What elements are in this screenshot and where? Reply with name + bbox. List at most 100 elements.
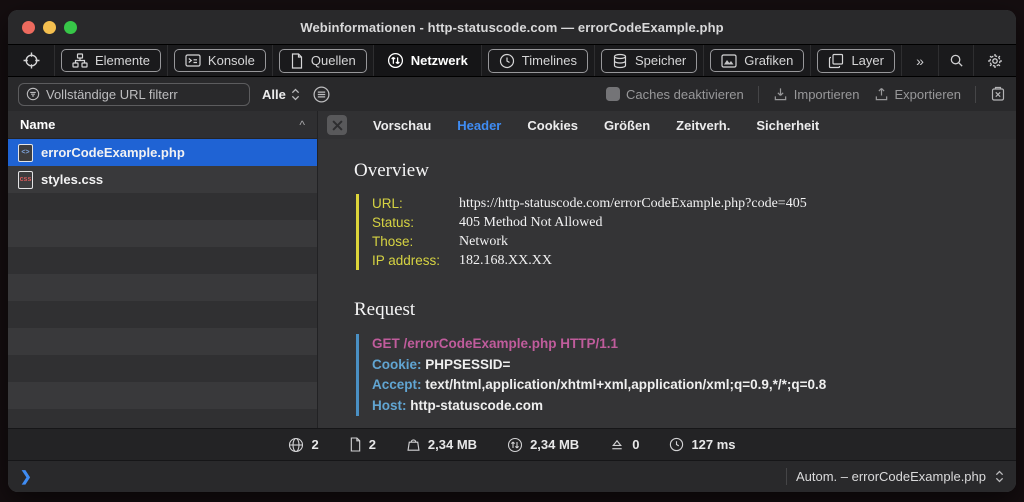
- tab-konsole[interactable]: Konsole: [168, 45, 273, 76]
- detail-tab-sicherheit[interactable]: Sicherheit: [756, 118, 819, 133]
- overview-row: URL: https://http-statuscode.com/errorCo…: [372, 194, 996, 213]
- document-icon: [349, 437, 362, 452]
- search-button[interactable]: [939, 45, 974, 76]
- caches-deactivate-toggle[interactable]: Caches deaktivieren: [606, 87, 744, 102]
- close-window-button[interactable]: [22, 21, 35, 34]
- network-icon: [387, 52, 404, 69]
- element-picker-button[interactable]: [8, 45, 55, 76]
- network-status-bar: 2 2 2,34 MB 2,34 MB: [8, 428, 1016, 460]
- upload-arrow-icon: [609, 437, 625, 452]
- gear-icon: [987, 53, 1003, 69]
- zoom-window-button[interactable]: [64, 21, 77, 34]
- resource-type-dropdown[interactable]: Alle: [262, 87, 300, 102]
- export-button[interactable]: Exportieren: [874, 87, 961, 102]
- tab-speicher[interactable]: Speicher: [595, 45, 704, 76]
- tab-elemente[interactable]: Elemente: [55, 45, 168, 76]
- database-icon: [612, 53, 628, 69]
- tab-label: Quellen: [311, 53, 356, 68]
- resource-list-sidebar: Name ^ <> errorCodeExample.php css style…: [8, 111, 318, 428]
- header-detail-content: Overview URL: https://http-statuscode.co…: [318, 139, 1016, 428]
- options-menu-button[interactable]: [312, 85, 331, 104]
- clear-network-items-button[interactable]: [990, 86, 1006, 102]
- document-icon: [290, 53, 304, 69]
- inspector-tab-bar: Elemente Konsole Quellen: [8, 44, 1016, 77]
- hierarchy-icon: [72, 53, 88, 68]
- resource-rows: <> errorCodeExample.php css styles.css: [8, 139, 317, 428]
- filter-text: Vollständige URL filterr: [46, 87, 178, 102]
- detail-tab-vorschau[interactable]: Vorschau: [373, 118, 431, 133]
- file-name: errorCodeExample.php: [41, 145, 185, 160]
- file-name: styles.css: [41, 172, 103, 187]
- filter-icon: [26, 87, 40, 101]
- request-header-row: Cookie: PHPSESSID=: [372, 355, 996, 376]
- web-inspector-window: Webinformationen - http-statuscode.com —…: [8, 10, 1016, 492]
- name-column-header[interactable]: Name ^: [8, 111, 317, 139]
- overview-block: URL: https://http-statuscode.com/errorCo…: [356, 194, 996, 270]
- tab-quellen[interactable]: Quellen: [273, 45, 374, 76]
- divider: [975, 86, 976, 103]
- tab-label: Netzwerk: [411, 53, 468, 68]
- overview-row: Status: 405 Method Not Allowed: [372, 213, 996, 232]
- css-file-icon: css: [18, 171, 33, 189]
- divider: [786, 468, 787, 485]
- minimize-window-button[interactable]: [43, 21, 56, 34]
- stat-domains: 2: [288, 437, 318, 453]
- sort-ascending-icon: ^: [299, 118, 305, 132]
- detail-tab-zeitverh[interactable]: Zeitverh.: [676, 118, 730, 133]
- request-line: GET /errorCodeExample.php HTTP/1.1: [372, 334, 996, 355]
- tab-timelines[interactable]: Timelines: [482, 45, 595, 76]
- console-prompt-chevron[interactable]: ❯: [20, 468, 32, 485]
- php-file-icon: <>: [18, 144, 33, 162]
- window-title: Webinformationen - http-statuscode.com —…: [300, 20, 723, 35]
- stat-load-time: 127 ms: [669, 437, 735, 452]
- import-button[interactable]: Importieren: [773, 87, 860, 102]
- chevron-up-down-icon: [995, 470, 1004, 483]
- stat-uploaded: 0: [609, 437, 639, 452]
- transfer-icon: [507, 437, 523, 453]
- tab-grafiken[interactable]: Grafiken: [704, 45, 811, 76]
- request-block: GET /errorCodeExample.php HTTP/1.1 Cooki…: [356, 334, 996, 416]
- resource-row-styles[interactable]: css styles.css: [8, 166, 317, 193]
- overview-heading: Overview: [354, 160, 996, 182]
- url-filter-input[interactable]: Vollständige URL filterr: [18, 83, 250, 106]
- search-icon: [949, 53, 964, 68]
- overflow-tabs-button[interactable]: »: [902, 45, 939, 76]
- resource-row-errorcodeexample[interactable]: <> errorCodeExample.php: [8, 139, 317, 166]
- tab-netzwerk[interactable]: Netzwerk: [374, 45, 482, 76]
- console-prompt-bar: ❯ Autom. – errorCodeExample.php: [8, 460, 1016, 492]
- execution-context-dropdown[interactable]: Autom. – errorCodeExample.php: [796, 469, 986, 484]
- close-detail-button[interactable]: [327, 115, 347, 135]
- network-main-area: Name ^ <> errorCodeExample.php css style…: [8, 111, 1016, 428]
- clock-icon: [669, 437, 684, 452]
- request-header-row: Host: http-statuscode.com: [372, 396, 996, 417]
- checkbox-icon: [606, 87, 620, 101]
- chevrons-right-icon: »: [916, 53, 924, 69]
- caches-label: Caches deaktivieren: [626, 87, 744, 102]
- weight-icon: [406, 437, 421, 452]
- title-bar: Webinformationen - http-statuscode.com —…: [8, 10, 1016, 44]
- detail-tab-header[interactable]: Header: [457, 118, 501, 133]
- detail-tab-groessen[interactable]: Größen: [604, 118, 650, 133]
- detail-tab-cookies[interactable]: Cookies: [527, 118, 578, 133]
- stat-resources: 2: [349, 437, 376, 452]
- request-heading: Request: [354, 299, 996, 321]
- download-icon: [773, 87, 788, 102]
- console-icon: [185, 53, 201, 68]
- traffic-lights: [22, 10, 77, 44]
- settings-button[interactable]: [974, 45, 1016, 76]
- tab-label: Speicher: [635, 53, 686, 68]
- layers-icon: [828, 53, 844, 69]
- stat-total-size: 2,34 MB: [406, 437, 477, 452]
- resource-detail-panel: Vorschau Header Cookies Größen Zeitverh.…: [318, 111, 1016, 428]
- divider: [758, 86, 759, 103]
- overview-row: IP address: 182.168.XX.XX: [372, 251, 996, 270]
- tab-label: Timelines: [522, 53, 577, 68]
- crosshair-icon: [23, 52, 40, 69]
- tab-label: Layer: [851, 53, 884, 68]
- tab-label: Konsole: [208, 53, 255, 68]
- globe-icon: [288, 437, 304, 453]
- tab-layer[interactable]: Layer: [811, 45, 902, 76]
- chevron-up-down-icon: [291, 88, 300, 101]
- detail-tab-bar: Vorschau Header Cookies Größen Zeitverh.…: [318, 111, 1016, 139]
- image-icon: [721, 54, 737, 68]
